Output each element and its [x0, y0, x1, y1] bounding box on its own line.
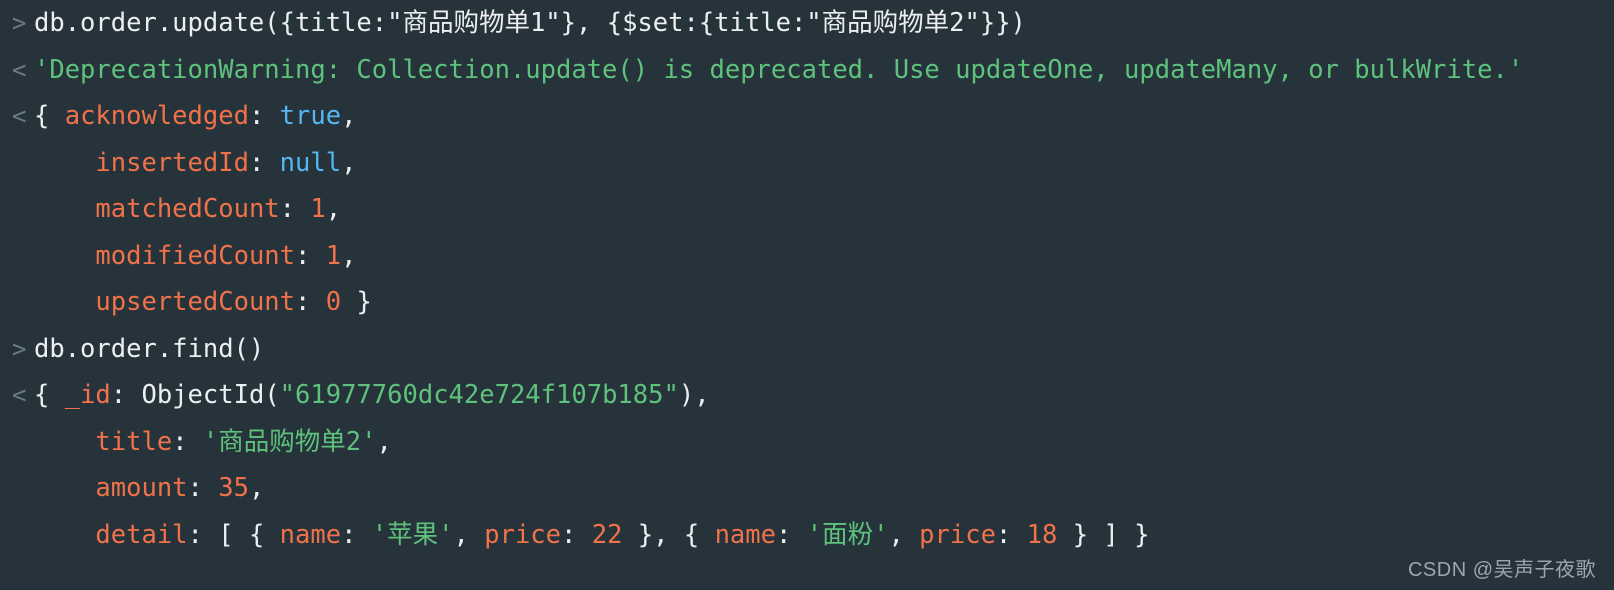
console-line-text: { acknowledged: true, [34, 101, 356, 131]
token-key: name [714, 519, 776, 550]
prompt-in-icon: > [12, 334, 27, 363]
token-punct: , [888, 519, 920, 550]
token-bool: null [279, 147, 342, 178]
token-str: '商品购物单2' [202, 426, 377, 457]
token-plain: ObjectId( [141, 380, 280, 410]
token-punct: : [776, 519, 807, 550]
token-str: '面粉' [806, 519, 889, 550]
token-punct: ), [678, 380, 710, 410]
console-line-text: modifiedCount: 1, [34, 241, 356, 271]
token-punct: : [110, 380, 142, 410]
token-punct: , [248, 473, 265, 503]
console-output-line: upsertedCount: 0 } [0, 279, 1614, 326]
gutter-spacer [0, 419, 34, 466]
console-output-line: <{ _id: ObjectId("61977760dc42e724f107b1… [0, 372, 1614, 419]
gutter-spacer [0, 233, 34, 280]
token-num: 22 [591, 519, 623, 550]
console-output-line: < 'DeprecationWarning: Collection.update(… [0, 47, 1614, 94]
token-key: name [279, 519, 342, 550]
mongo-shell-console[interactable]: > db.order.update({title:"商品购物单1"}, {$set… [0, 0, 1614, 590]
token-punct: , [341, 240, 357, 271]
token-str: "61977760dc42e724f107b185" [279, 380, 679, 410]
token-key: acknowledged [64, 101, 249, 131]
token-punct: : [279, 194, 311, 224]
prompt-in-icon: > [12, 9, 27, 37]
token-punct: , [453, 519, 485, 550]
console-output-line: detail: [ { name: '苹果', price: 22 }, { n… [0, 512, 1614, 559]
token-punct: : [561, 519, 592, 550]
token-str: 'DeprecationWarning: Collection.update()… [34, 54, 1524, 85]
console-line-text: db.order.find() [34, 334, 264, 364]
csdn-watermark: CSDN @吴声子夜歌 [1407, 559, 1596, 581]
token-key: price [919, 519, 996, 550]
console-line-text: detail: [ { name: '苹果', price: 22 }, { n… [34, 520, 1149, 550]
console-output-line: amount: 35, [0, 465, 1614, 512]
gutter-spacer [0, 512, 34, 559]
console-output-line: <{ acknowledged: true, [0, 93, 1614, 140]
gutter-spacer [0, 186, 34, 233]
token-punct: , [341, 147, 357, 178]
token-key: insertedId [95, 147, 249, 178]
console-line-text: db.order.update({title:"商品购物单1"}, {$set:… [34, 8, 1026, 38]
console-output-line: modifiedCount: 1, [0, 233, 1614, 280]
token-punct: : [995, 519, 1027, 550]
token-punct: } ] } [1057, 519, 1150, 550]
token-bool: true [279, 101, 342, 131]
console-line-text: insertedId: null, [34, 148, 356, 178]
token-key: price [484, 519, 562, 550]
console-output-line: matchedCount: 1, [0, 186, 1614, 233]
console-line-text: 'DeprecationWarning: Collection.update()… [34, 55, 1523, 85]
console-line-text: upsertedCount: 0 } [34, 287, 372, 317]
token-plain: db.order.update({title:"商品购物单1"}, {$set:… [34, 8, 1026, 38]
token-key: title [95, 426, 173, 457]
console-input-line[interactable]: > db.order.find() [0, 326, 1614, 373]
token-punct: : [295, 240, 326, 271]
token-num: 1 [310, 194, 326, 224]
token-punct: : [248, 101, 280, 131]
prompt-out-icon: < [12, 381, 27, 409]
token-key: detail [95, 519, 188, 550]
gutter-spacer [0, 279, 34, 326]
console-line-text: matchedCount: 1, [34, 194, 341, 224]
token-punct: { [34, 380, 65, 410]
token-punct: : [295, 287, 326, 317]
console-output-area: > db.order.update({title:"商品购物单1"}, {$set… [0, 0, 1614, 558]
token-punct: } [341, 287, 372, 317]
token-punct: { [34, 101, 65, 131]
console-output-line: title: '商品购物单2', [0, 419, 1614, 466]
token-key: amount [95, 473, 188, 503]
token-punct: }, { [622, 519, 715, 550]
token-key: matchedCount [95, 194, 280, 224]
token-punct: : [ { [187, 519, 280, 550]
token-num: 35 [218, 473, 249, 503]
token-punct: : [172, 426, 203, 457]
console-line-text: { _id: ObjectId("61977760dc42e724f107b18… [34, 380, 710, 410]
token-key: modifiedCount [95, 240, 296, 271]
prompt-out-icon: < [12, 102, 27, 130]
prompt-out-icon: < [12, 55, 27, 84]
token-num: 1 [325, 240, 342, 271]
token-punct: , [341, 101, 357, 131]
token-num: 0 [325, 287, 342, 317]
token-plain: db.order.find() [34, 333, 265, 364]
console-input-line[interactable]: > db.order.update({title:"商品购物单1"}, {$set… [0, 0, 1614, 47]
console-line-text: amount: 35, [34, 473, 264, 503]
gutter-spacer [0, 140, 34, 187]
token-num: 18 [1026, 519, 1058, 550]
token-punct: : [187, 473, 219, 503]
token-key: _id [64, 380, 111, 410]
token-punct: , [376, 426, 392, 457]
gutter-spacer [0, 465, 34, 512]
token-punct: : [341, 519, 372, 550]
token-key: upsertedCount [95, 287, 296, 317]
token-punct: , [325, 194, 342, 224]
token-str: '苹果' [371, 519, 454, 550]
token-punct: : [248, 147, 280, 178]
console-line-text: title: '商品购物单2', [34, 426, 392, 457]
console-output-line: insertedId: null, [0, 140, 1614, 187]
